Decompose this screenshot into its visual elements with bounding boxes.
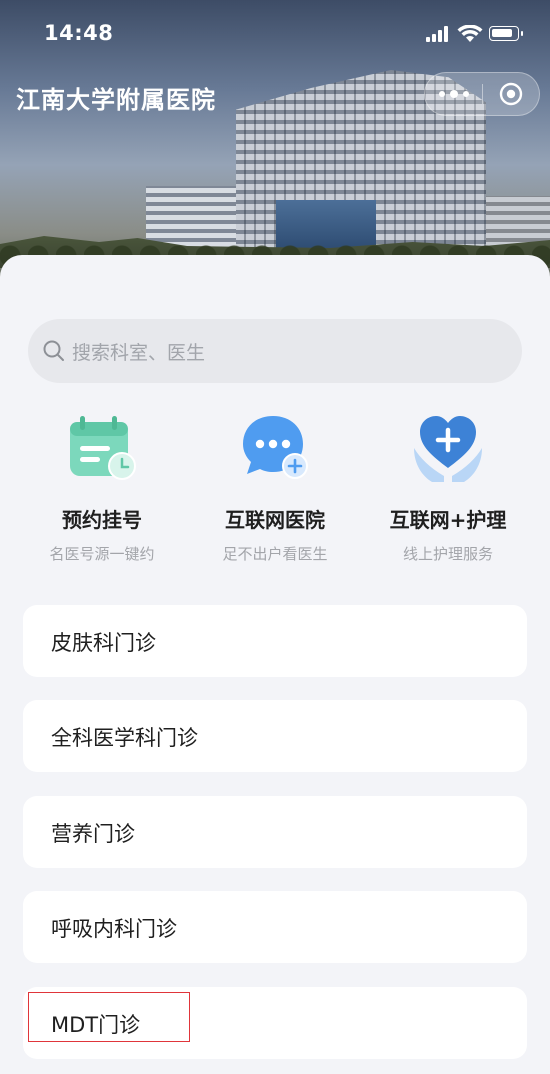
more-options-button[interactable]: [439, 87, 469, 101]
close-target-icon[interactable]: [499, 82, 523, 106]
clinic-item-respiratory[interactable]: 呼吸内科门诊: [23, 891, 527, 963]
clinic-item-general-practice[interactable]: 全科医学科门诊: [23, 700, 527, 772]
search-icon: [43, 340, 64, 361]
service-label: 互联网+护理: [389, 508, 507, 532]
clinic-item-nutrition[interactable]: 营养门诊: [23, 796, 527, 868]
status-bar: 14:48: [0, 0, 550, 70]
calendar-icon: [64, 410, 140, 486]
service-subtitle: 线上护理服务: [402, 545, 493, 563]
service-internet-nursing[interactable]: 互联网+护理 线上护理服务: [358, 410, 538, 564]
service-subtitle: 名医号源一键约: [49, 545, 155, 563]
battery-icon: [489, 26, 523, 41]
clinic-label: 全科医学科门诊: [51, 726, 198, 750]
search-placeholder: 搜索科室、医生: [72, 342, 206, 364]
service-label: 互联网医院: [225, 508, 325, 532]
clinic-label: 皮肤科门诊: [51, 631, 156, 655]
service-subtitle: 足不出户看医生: [222, 545, 328, 563]
service-appointment[interactable]: 预约挂号 名医号源一键约: [12, 410, 192, 564]
clinic-label: 呼吸内科门诊: [51, 917, 177, 941]
mini-program-capsule: [424, 72, 540, 116]
capsule-divider: [482, 84, 483, 104]
highlight-annotation-box: [28, 992, 190, 1042]
heart-hands-icon: [410, 410, 486, 486]
page-title: 江南大学附属医院: [16, 86, 216, 114]
chat-bubble-icon: [237, 410, 313, 486]
clinic-label: 营养门诊: [51, 822, 135, 846]
signal-icon: [426, 26, 452, 42]
service-label: 预约挂号: [62, 508, 142, 532]
service-internet-hospital[interactable]: 互联网医院 足不出户看医生: [185, 410, 365, 564]
wifi-icon: [457, 25, 483, 42]
clinic-item-dermatology[interactable]: 皮肤科门诊: [23, 605, 527, 677]
status-time: 14:48: [44, 21, 114, 45]
search-input[interactable]: 搜索科室、医生: [28, 319, 522, 383]
